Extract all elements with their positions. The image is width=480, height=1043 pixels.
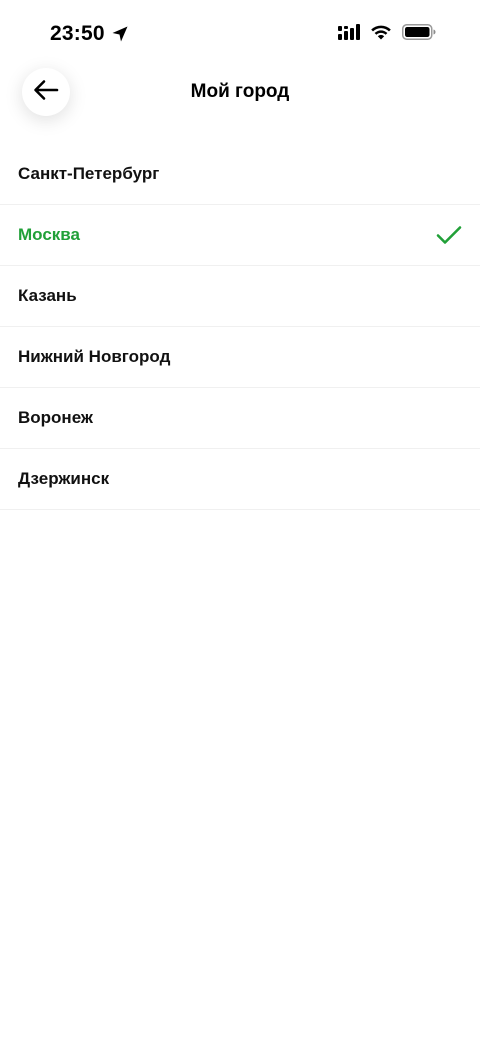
checkmark-icon: [436, 225, 462, 245]
page-title: Мой город: [190, 81, 290, 102]
location-arrow-icon: [111, 25, 129, 43]
cellular-signal-icon: [338, 24, 360, 45]
status-bar: 23:50: [0, 0, 480, 70]
status-icons: [338, 24, 436, 45]
city-list: Санкт-Петербург Москва Казань Нижний Нов…: [0, 144, 480, 510]
city-selection-screen: 23:50 Мой город Санкт-Петербург Москва К…: [0, 0, 480, 1043]
status-time-container: 23:50: [50, 22, 129, 46]
city-label: Москва: [18, 225, 80, 244]
city-item-dzerzhinsk[interactable]: Дзержинск: [0, 449, 480, 510]
city-item-saint-petersburg[interactable]: Санкт-Петербург: [0, 144, 480, 205]
city-item-nizhny-novgorod[interactable]: Нижний Новгород: [0, 327, 480, 388]
city-item-moscow[interactable]: Москва: [0, 205, 480, 266]
wifi-icon: [370, 24, 392, 45]
battery-icon: [402, 24, 436, 45]
city-label: Нижний Новгород: [18, 347, 171, 366]
city-label: Воронеж: [18, 408, 93, 427]
city-label: Санкт-Петербург: [18, 164, 160, 183]
header: Мой город: [0, 62, 480, 122]
city-label: Казань: [18, 286, 77, 305]
city-item-kazan[interactable]: Казань: [0, 266, 480, 327]
city-item-voronezh[interactable]: Воронеж: [0, 388, 480, 449]
city-label: Дзержинск: [18, 469, 110, 488]
status-time: 23:50: [50, 22, 105, 45]
